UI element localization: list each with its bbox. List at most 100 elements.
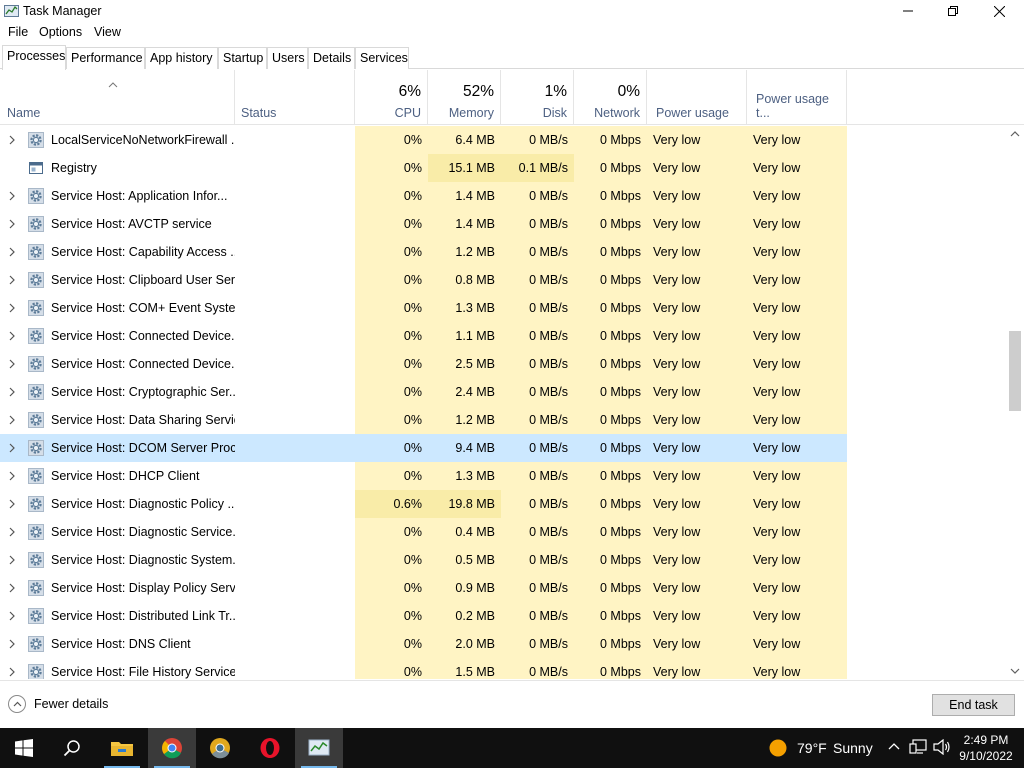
disk-cell: 0 MB/s (529, 245, 568, 259)
expand-chevron-icon[interactable] (8, 275, 16, 285)
menu-view[interactable]: View (94, 25, 121, 39)
tab-processes[interactable]: Processes (2, 45, 66, 70)
process-row[interactable]: Service Host: Connected Device... 0% 2.5 M… (0, 350, 1006, 378)
process-row[interactable]: Service Host: Diagnostic System... 0% 0.5 … (0, 546, 1006, 574)
weather-temp[interactable]: 79°F (797, 740, 827, 756)
taskbar-file-explorer[interactable] (98, 728, 146, 768)
column-memory[interactable]: 52% Memory (428, 70, 501, 125)
taskbar-opera[interactable] (246, 728, 294, 768)
gear-icon (28, 132, 44, 148)
process-row[interactable]: Service Host: AVCTP service 0% 1.4 MB 0 MB/… (0, 210, 1006, 238)
tab-app-history[interactable]: App history (145, 47, 218, 69)
column-name[interactable]: Name (0, 70, 235, 125)
cpu-cell: 0% (403, 329, 422, 343)
disk-cell: 0 MB/s (529, 553, 568, 567)
expand-chevron-icon[interactable] (8, 219, 16, 229)
close-button[interactable] (976, 0, 1022, 22)
expand-chevron-icon[interactable] (8, 527, 16, 537)
power-usage-cell: Very low (653, 273, 701, 287)
expand-chevron-icon[interactable] (8, 331, 16, 341)
scroll-down-arrow-icon[interactable] (1010, 668, 1020, 675)
network-cell: 0 Mbps (600, 217, 641, 231)
expand-chevron-icon[interactable] (8, 639, 16, 649)
expand-chevron-icon[interactable] (8, 555, 16, 565)
process-row[interactable]: Service Host: Distributed Link Tr... 0% 0.… (0, 602, 1006, 630)
cpu-cell: 0% (403, 665, 422, 679)
expand-chevron-icon[interactable] (8, 611, 16, 621)
process-row[interactable]: Service Host: Connected Device... 0% 1.1 M… (0, 322, 1006, 350)
expand-chevron-icon[interactable] (8, 471, 16, 481)
process-row[interactable]: Service Host: Cryptographic Ser... 0% 2.4 … (0, 378, 1006, 406)
scroll-up-arrow-icon[interactable] (1010, 130, 1020, 137)
process-row[interactable]: LocalServiceNoNetworkFirewall ... 0% 6.4 M… (0, 126, 1006, 154)
taskbar-chrome-canary[interactable] (196, 728, 244, 768)
process-row[interactable]: Service Host: Diagnostic Policy ... 0.6% 1… (0, 490, 1006, 518)
menu-file[interactable]: File (8, 25, 28, 39)
expand-chevron-icon[interactable] (8, 135, 16, 145)
restore-button[interactable] (930, 0, 976, 22)
expand-chevron-icon[interactable] (8, 443, 16, 453)
taskbar-chrome[interactable] (148, 728, 196, 768)
menu-options[interactable]: Options (39, 25, 82, 39)
tab-services[interactable]: Services (355, 47, 409, 69)
vertical-scrollbar[interactable] (1006, 126, 1024, 679)
process-row[interactable]: Service Host: Application Infor... 0% 1.4 … (0, 182, 1006, 210)
column-cpu[interactable]: 6% CPU (355, 70, 428, 125)
expand-chevron-icon[interactable] (8, 499, 16, 509)
end-task-button[interactable]: End task (932, 694, 1015, 716)
process-row[interactable]: Service Host: DHCP Client 0% 1.3 MB 0 MB/s 0… (0, 462, 1006, 490)
disk-cell: 0 MB/s (529, 273, 568, 287)
expand-chevron-icon[interactable] (8, 415, 16, 425)
expand-chevron-icon[interactable] (8, 247, 16, 257)
process-row[interactable]: Service Host: DNS Client 0% 2.0 MB 0 MB/s 0 … (0, 630, 1006, 658)
tab-performance[interactable]: Performance (66, 47, 145, 69)
column-power-usage-trend[interactable]: Power usage t... (747, 70, 847, 125)
fewer-details-toggle[interactable]: Fewer details (8, 695, 108, 713)
expand-chevron-icon[interactable] (8, 387, 16, 397)
power-usage-cell: Very low (653, 525, 701, 539)
column-disk[interactable]: 1% Disk (501, 70, 574, 125)
process-row[interactable]: Service Host: Diagnostic Service... 0% 0.4… (0, 518, 1006, 546)
process-row[interactable]: Service Host: DCOM Server Proc... 0% 9.4 M… (0, 434, 1006, 462)
show-hidden-icons-chevron-icon[interactable] (888, 742, 900, 750)
network-total-percent: 0% (617, 83, 640, 100)
sun-icon[interactable] (768, 738, 788, 758)
minimize-button[interactable] (885, 0, 931, 22)
column-power-usage[interactable]: Power usage (647, 70, 747, 125)
expand-chevron-icon[interactable] (8, 359, 16, 369)
network-icon[interactable] (909, 739, 927, 755)
search-button[interactable] (48, 728, 96, 768)
expand-chevron-icon[interactable] (8, 583, 16, 593)
process-row[interactable]: Service Host: COM+ Event Syste... 0% 1.3 M… (0, 294, 1006, 322)
process-row[interactable]: Service Host: Data Sharing Service 0% 1.2 … (0, 406, 1006, 434)
network-cell: 0 Mbps (600, 301, 641, 315)
process-name: Registry (51, 161, 97, 175)
process-row[interactable]: Registry 0% 15.1 MB 0.1 MB/s 0 Mbps Very low V… (0, 154, 1006, 182)
memory-cell: 15.1 MB (448, 161, 495, 175)
expand-chevron-icon[interactable] (8, 303, 16, 313)
system-clock[interactable]: 2:49 PM 9/10/2022 (955, 732, 1017, 764)
process-row[interactable]: Service Host: Capability Access ... 0% 1.2… (0, 238, 1006, 266)
network-cell: 0 Mbps (600, 273, 641, 287)
volume-icon[interactable] (933, 739, 951, 755)
tab-users[interactable]: Users (267, 47, 308, 69)
taskbar-task-manager[interactable] (295, 728, 343, 768)
cpu-total-percent: 6% (398, 83, 421, 100)
expand-chevron-icon[interactable] (8, 667, 16, 677)
process-row[interactable]: Service Host: File History Service 0% 1.5 … (0, 658, 1006, 679)
weather-condition[interactable]: Sunny (833, 740, 873, 756)
process-row[interactable]: Service Host: Clipboard User Ser... 0% 0.8… (0, 266, 1006, 294)
cpu-cell: 0% (403, 385, 422, 399)
column-status[interactable]: Status (235, 70, 355, 125)
memory-cell: 2.0 MB (455, 637, 495, 651)
expand-chevron-icon[interactable] (8, 191, 16, 201)
scrollbar-thumb[interactable] (1009, 331, 1021, 411)
process-row[interactable]: Service Host: Display Policy Serv... 0% 0.… (0, 574, 1006, 602)
tab-details[interactable]: Details (308, 47, 355, 69)
disk-cell: 0 MB/s (529, 329, 568, 343)
start-button[interactable] (0, 728, 48, 768)
column-network[interactable]: 0% Network (574, 70, 647, 125)
process-name: Service Host: Connected Device... (51, 329, 235, 343)
gear-icon (28, 468, 44, 484)
tab-startup[interactable]: Startup (218, 47, 267, 69)
